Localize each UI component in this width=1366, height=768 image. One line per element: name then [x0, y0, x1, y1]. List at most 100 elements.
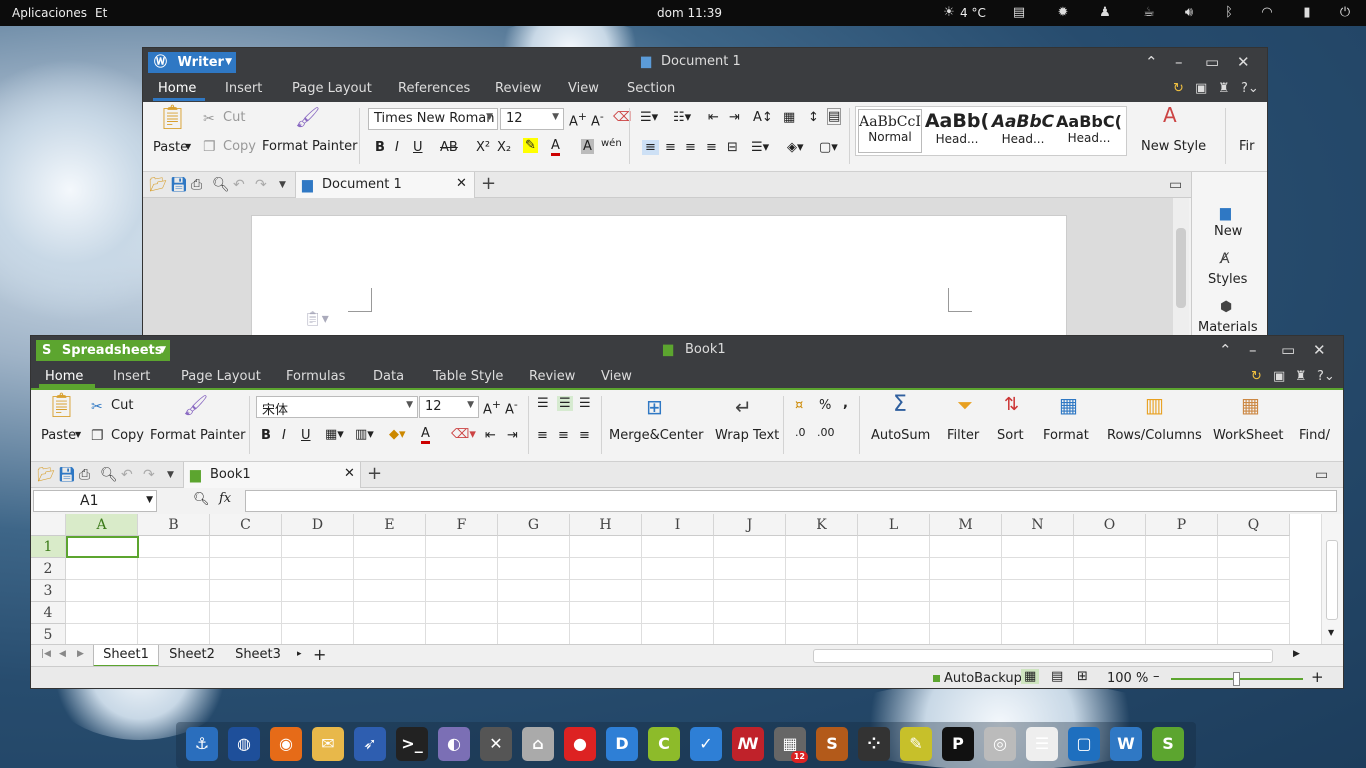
tab-view[interactable]: View	[601, 369, 632, 384]
cell[interactable]	[786, 602, 858, 624]
superscript-icon[interactable]: X²	[476, 140, 490, 155]
font-color-icon[interactable]: A	[551, 138, 560, 156]
text-direction-icon[interactable]: A↕	[753, 110, 773, 125]
cell[interactable]	[930, 536, 1002, 558]
cell[interactable]	[642, 602, 714, 624]
cell[interactable]	[138, 602, 210, 624]
bullets-icon[interactable]: ☰▾	[640, 110, 658, 125]
cell[interactable]	[354, 602, 426, 624]
close-icon[interactable]: ✕	[1313, 341, 1326, 359]
cell[interactable]	[1218, 558, 1290, 580]
close-icon[interactable]: ✕	[1237, 53, 1250, 71]
font-family-select[interactable]: 宋体 ▼	[256, 396, 418, 418]
maximize-icon[interactable]: ▭	[1281, 341, 1295, 359]
cell[interactable]	[138, 624, 210, 644]
zoom-in-icon[interactable]: +	[1311, 668, 1324, 686]
apps-icon[interactable]: ⁘	[858, 727, 890, 761]
formula-input[interactable]	[245, 490, 1337, 512]
skin-icon[interactable]: ♜	[1218, 81, 1230, 96]
cell[interactable]	[354, 580, 426, 602]
tab-home[interactable]: Home	[158, 81, 196, 96]
char-shading-icon[interactable]: A	[581, 139, 594, 154]
sheet-tab-2[interactable]: Sheet2	[161, 645, 223, 667]
row-header[interactable]: 4	[31, 602, 66, 624]
s-icon[interactable]: S	[816, 727, 848, 761]
fx-icon[interactable]: fx	[219, 491, 231, 506]
align-middle-icon[interactable]: ☰	[557, 396, 573, 411]
name-box[interactable]: A1 ▼	[33, 490, 157, 512]
cell[interactable]	[210, 536, 282, 558]
cell-style-icon[interactable]: ▥▾	[355, 427, 374, 442]
cell[interactable]	[426, 602, 498, 624]
power-icon[interactable]: ⏻	[1336, 4, 1354, 22]
home-folder-icon[interactable]: ⌂	[522, 727, 554, 761]
clear-icon[interactable]: ⌫▾	[451, 427, 476, 442]
font-family-select[interactable]: Times New Roman ▼	[368, 108, 498, 130]
coffee-icon[interactable]: ☕	[1140, 4, 1158, 22]
sheets-hscroll[interactable]	[813, 649, 1273, 663]
active-cell-a1[interactable]	[66, 536, 139, 558]
show-marks-icon[interactable]: ▤	[827, 108, 842, 125]
page-break-view-icon[interactable]: ▤	[1051, 669, 1063, 684]
sync-icon[interactable]: ↻	[1251, 369, 1262, 384]
tab-review[interactable]: Review	[529, 369, 575, 384]
cell[interactable]	[858, 580, 930, 602]
find-button[interactable]: Find/	[1299, 428, 1330, 443]
cell[interactable]	[642, 536, 714, 558]
wrap-text-button[interactable]: Wrap Text	[715, 428, 779, 443]
cell[interactable]	[1002, 624, 1074, 644]
column-header[interactable]: A	[66, 514, 138, 536]
decrease-indent-icon[interactable]: ⇤	[708, 110, 719, 125]
save-icon[interactable]: 💾︎	[170, 176, 188, 194]
percent-button[interactable]: %	[819, 398, 831, 413]
print-icon[interactable]: ⎙	[191, 176, 202, 194]
side-materials-button[interactable]: Materials	[1198, 320, 1258, 335]
copy-button[interactable]: Copy	[111, 428, 144, 443]
merge-center-button[interactable]: Merge&Center	[609, 428, 703, 443]
cell[interactable]	[858, 558, 930, 580]
zoom-formula-icon[interactable]: 🔍︎	[193, 492, 210, 507]
cell[interactable]	[570, 536, 642, 558]
cell[interactable]	[498, 602, 570, 624]
cell[interactable]	[858, 602, 930, 624]
grid-icon[interactable]: ▦ 12	[774, 727, 808, 763]
highlight-icon[interactable]: ✎	[523, 138, 538, 153]
autosum-button[interactable]: AutoSum	[871, 428, 930, 443]
cell[interactable]	[210, 558, 282, 580]
cell[interactable]	[570, 558, 642, 580]
cell[interactable]	[930, 580, 1002, 602]
side-styles-button[interactable]: Styles	[1208, 272, 1247, 287]
sort-icon[interactable]: ↕	[808, 110, 819, 125]
cell[interactable]	[282, 602, 354, 624]
tab-list-icon[interactable]: ▭	[1169, 176, 1182, 194]
scroll-right-icon[interactable]: ▶	[1293, 649, 1300, 659]
rows-columns-button[interactable]: Rows/Columns	[1107, 428, 1202, 443]
cell[interactable]	[426, 558, 498, 580]
font-size-select[interactable]: 12 ▼	[419, 396, 479, 418]
cell[interactable]	[498, 580, 570, 602]
cell[interactable]	[786, 558, 858, 580]
doc-tab-book1[interactable]: ▆ Book1 ✕	[183, 462, 361, 488]
borders-icon[interactable]: ▢▾	[819, 140, 838, 155]
wifi-icon[interactable]: ◠	[1258, 4, 1276, 22]
style-heading3[interactable]: AaBbC( Head...	[1056, 109, 1122, 153]
column-header[interactable]: C	[210, 514, 282, 536]
battery-icon[interactable]: ▮	[1298, 4, 1316, 22]
template-icon[interactable]: ▣	[1273, 369, 1285, 384]
normal-view-icon[interactable]: ▦	[1021, 669, 1040, 684]
fill-color-icon[interactable]: ◆▾	[389, 427, 406, 442]
italic-icon[interactable]: I	[395, 140, 399, 155]
help-icon[interactable]: ?⌄	[1241, 81, 1259, 96]
cell[interactable]	[1146, 580, 1218, 602]
brightness-icon[interactable]: ✹	[1054, 4, 1072, 22]
template-icon[interactable]: ▣	[1195, 81, 1207, 96]
row-header[interactable]: 2	[31, 558, 66, 580]
quick-access-menu-icon[interactable]: ▼	[167, 466, 174, 484]
find-button[interactable]: Fir	[1239, 139, 1255, 154]
cut-button[interactable]: Cut	[111, 398, 133, 413]
cell[interactable]	[426, 536, 498, 558]
redo-icon[interactable]: ↷	[143, 466, 155, 484]
cell[interactable]	[930, 602, 1002, 624]
quick-access-menu-icon[interactable]: ▼	[279, 176, 286, 194]
cell[interactable]	[1074, 580, 1146, 602]
